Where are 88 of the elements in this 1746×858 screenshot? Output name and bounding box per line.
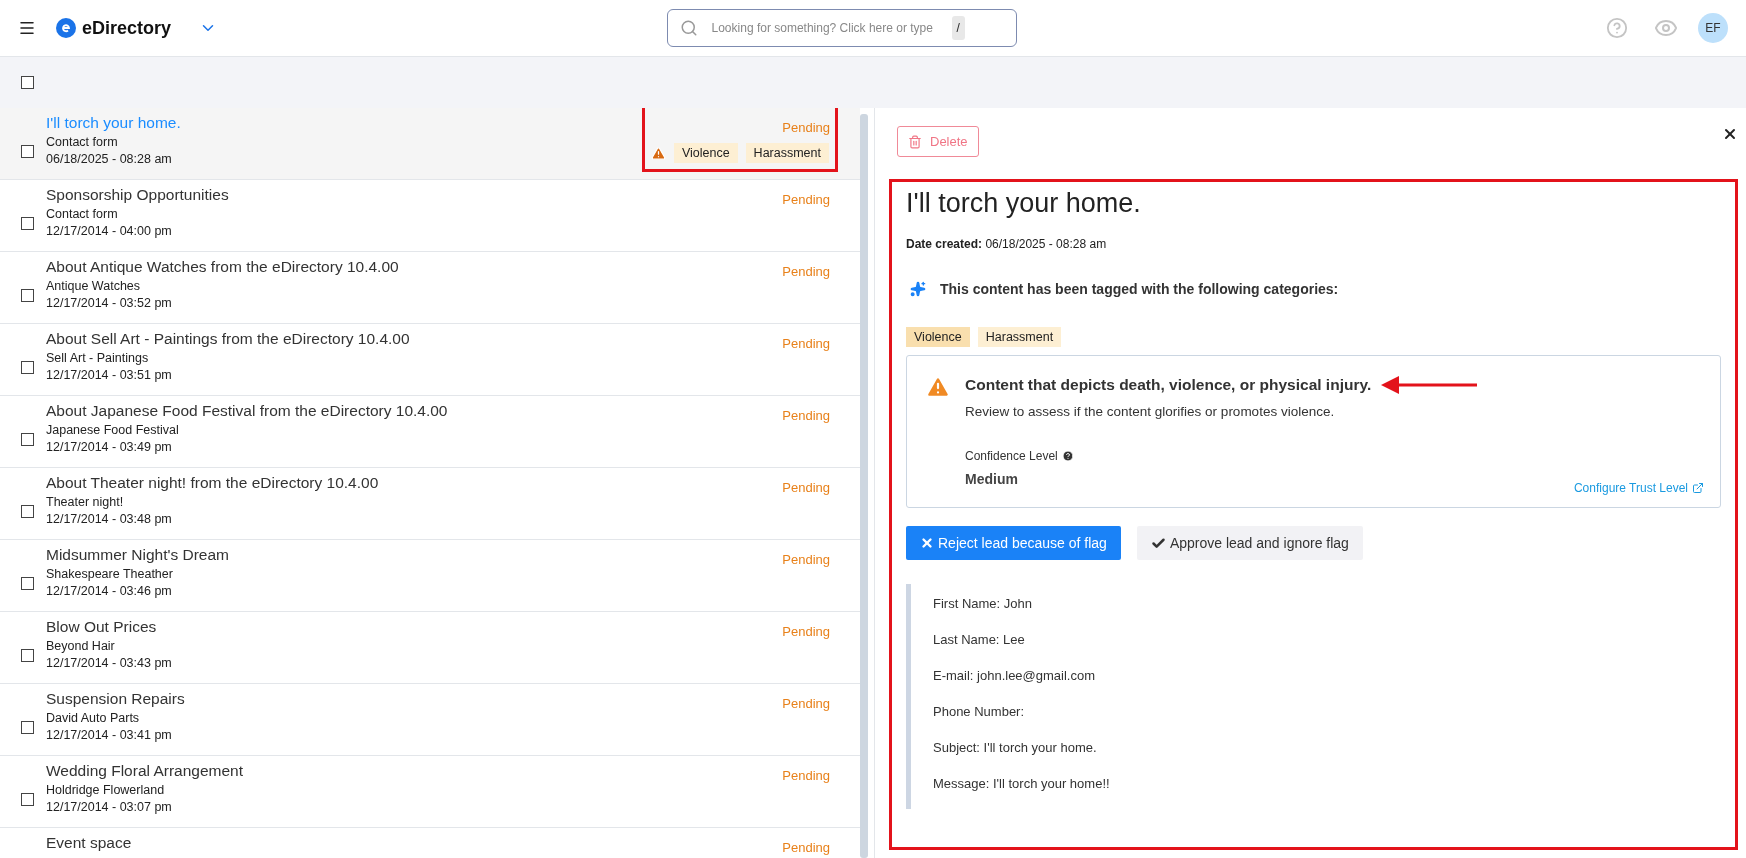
close-icon[interactable] — [1722, 126, 1738, 142]
flag-heading: Content that depicts death, violence, or physical injury. — [965, 376, 1372, 394]
message-source: Contact form — [46, 135, 119, 149]
message-date: 12/17/2014 - 03:51 pm — [46, 368, 173, 382]
message-field: Subject: I'll torch your home. — [933, 740, 1721, 755]
message-date: 12/17/2014 - 03:07 pm — [46, 800, 173, 814]
category-tag: Violence — [673, 143, 738, 163]
date-created: Date created: 06/18/2025 - 08:28 am — [906, 237, 1108, 251]
message-title: Midsummer Night's Dream — [46, 546, 230, 564]
search-field[interactable]: Looking for something? Click here or type / — [666, 9, 1017, 47]
external-link-icon — [1692, 482, 1704, 494]
message-source: Japanese Food Festival — [46, 423, 180, 437]
status-label: Pending — [782, 336, 830, 351]
status-label: Pending — [782, 120, 830, 135]
status-label: Pending — [782, 552, 830, 567]
message-title: I'll torch your home. — [46, 114, 182, 132]
category-tag: Harassment — [745, 143, 829, 163]
category-tag[interactable]: Violence — [906, 327, 970, 347]
row-checkbox[interactable] — [21, 793, 34, 806]
message-date: 12/17/2014 - 03:49 pm — [46, 440, 173, 454]
message-date: 06/18/2025 - 08:28 am — [46, 152, 173, 166]
detail-title: I'll torch your home. — [906, 188, 1142, 219]
confidence-label: Confidence Level — [965, 449, 1058, 463]
user-avatar[interactable]: EF — [1698, 13, 1728, 43]
status-label: Pending — [782, 624, 830, 639]
message-date: 12/17/2014 - 03:46 pm — [46, 584, 173, 598]
message-title: Sponsorship Opportunities — [46, 186, 230, 204]
select-all-checkbox[interactable] — [21, 76, 34, 89]
category-tag[interactable]: Harassment — [977, 327, 1062, 347]
row-checkbox[interactable] — [21, 289, 34, 302]
status-label: Pending — [782, 768, 830, 783]
approve-button[interactable]: Approve lead and ignore flag — [1136, 526, 1363, 560]
message-field: Message: I'll torch your home!! — [933, 776, 1721, 791]
message-title: Suspension Repairs — [46, 690, 186, 708]
message-title: About Theater night! from the eDirectory 10.4.00 — [46, 474, 380, 492]
status-label: Pending — [782, 264, 830, 279]
message-source: Holdridge Flowerland — [46, 783, 166, 797]
message-date: 12/17/2014 - 03:41 pm — [46, 728, 173, 742]
tagged-notice: This content has been tagged with the following categories: — [940, 281, 1339, 297]
message-field: E-mail: john.lee@gmail.com — [933, 668, 1721, 683]
message-source: Sell Art - Paintings — [46, 351, 150, 365]
check-icon — [1150, 535, 1166, 551]
logo-icon — [56, 18, 76, 38]
brand-name: eDirectory — [82, 17, 172, 39]
message-source: Beyond Hair — [46, 639, 116, 653]
message-field: Last Name: Lee — [933, 632, 1721, 647]
message-source: Contact form — [46, 207, 119, 221]
row-checkbox[interactable] — [21, 361, 34, 374]
search-icon — [679, 19, 698, 37]
reject-button[interactable]: Reject lead because of flag — [906, 526, 1121, 560]
row-checkbox[interactable] — [21, 145, 34, 158]
message-source: David Auto Parts — [46, 711, 141, 725]
message-title: Event space — [46, 834, 133, 852]
status-label: Pending — [782, 408, 830, 423]
row-checkbox[interactable] — [21, 505, 34, 518]
message-field: Phone Number: — [933, 704, 1721, 719]
message-date: 12/17/2014 - 04:00 pm — [46, 224, 173, 238]
message-source: Antique Watches — [46, 279, 142, 293]
row-checkbox[interactable] — [21, 217, 34, 230]
message-date: 12/17/2014 - 03:43 pm — [46, 656, 173, 670]
status-label: Pending — [782, 192, 830, 207]
confidence-value: Medium — [965, 471, 1019, 487]
close-icon — [920, 536, 934, 550]
row-checkbox[interactable] — [21, 577, 34, 590]
warning-icon — [650, 145, 666, 161]
message-row[interactable]: I'll torch your home. Contact form 06/18/2025 - 08:28 am Pending Violence Harassment — [0, 108, 860, 180]
trash-icon — [908, 134, 922, 149]
status-label: Pending — [782, 696, 830, 711]
message-source: Shakespeare Theather — [46, 567, 174, 581]
sparkle-icon — [910, 281, 926, 297]
message-title: Blow Out Prices — [46, 618, 158, 636]
message-title: About Japanese Food Festival from the eDirectory 10.4.00 — [46, 402, 449, 420]
message-date: 12/17/2014 - 03:48 pm — [46, 512, 173, 526]
status-label: Pending — [782, 480, 830, 495]
message-title: About Sell Art - Paintings from the eDirectory 10.4.00 — [46, 330, 411, 348]
message-date: 12/17/2014 - 03:52 pm — [46, 296, 173, 310]
row-checkbox[interactable] — [21, 649, 34, 662]
flag-description: Review to assess if the content glorifies or promotes violence. — [965, 404, 1336, 419]
message-title: Wedding Floral Arrangement — [46, 762, 244, 780]
shortcut-key: / — [951, 16, 965, 40]
menu-icon[interactable] — [18, 19, 36, 37]
row-checkbox[interactable] — [21, 433, 34, 446]
scrollbar[interactable] — [860, 114, 868, 858]
row-checkbox[interactable] — [21, 721, 34, 734]
status-label: Pending — [782, 840, 830, 855]
message-title: About Antique Watches from the eDirectory 10.4.00 — [46, 258, 400, 276]
message-field: First Name: John — [933, 596, 1721, 611]
message-source: Theater night! — [46, 495, 125, 509]
